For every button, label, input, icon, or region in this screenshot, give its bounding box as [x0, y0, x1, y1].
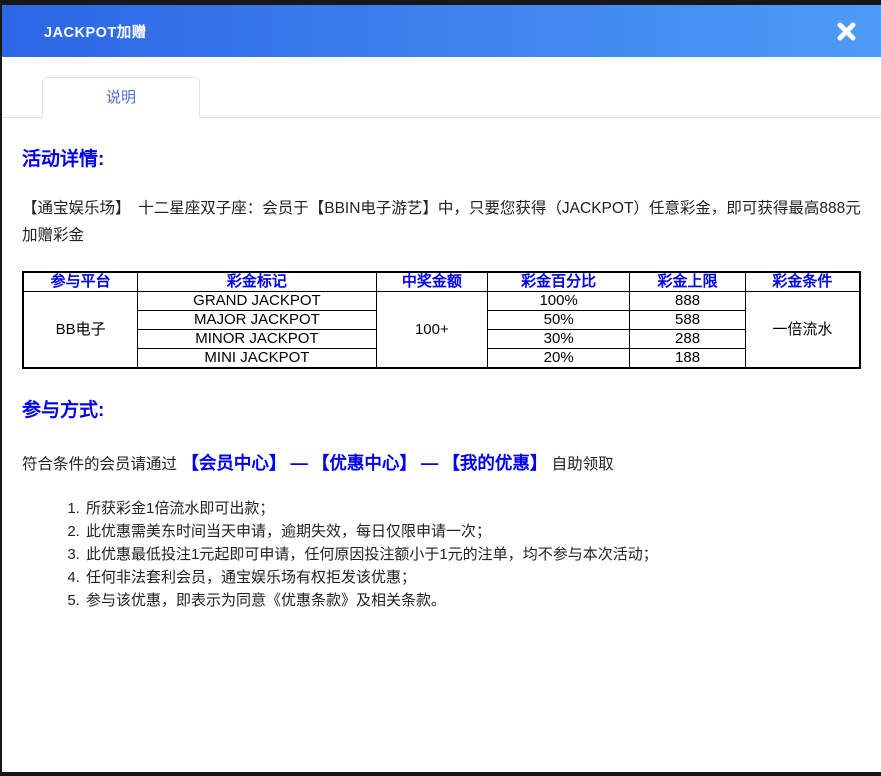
col-header-cap: 彩金上限: [630, 272, 746, 292]
tab-bar: 说明: [2, 77, 881, 118]
cap-cell: 188: [630, 349, 746, 369]
modal-header: JACKPOT加赠: [2, 5, 881, 57]
modal-content: 活动详情: 【通宝娱乐场】 十二星座双子座：会员于【BBIN电子游艺】中，只要您…: [2, 118, 881, 616]
rule-item: 此优惠需美东时间当天申请，逾期失效，每日仅限申请一次；: [84, 524, 861, 540]
col-header-percent: 彩金百分比: [488, 272, 630, 292]
method-text: 符合条件的会员请通过 【会员中心】—【优惠中心】—【我的优惠】 自助领取: [22, 450, 861, 475]
col-header-condition: 彩金条件: [745, 272, 860, 292]
percent-cell: 30%: [488, 330, 630, 349]
percent-cell: 50%: [488, 311, 630, 330]
col-header-platform: 参与平台: [23, 272, 138, 292]
close-icon: [837, 22, 856, 41]
link-member-center[interactable]: 【会员中心】: [181, 453, 286, 473]
cap-cell: 588: [630, 311, 746, 330]
method-prefix: 符合条件的会员请通过: [22, 456, 177, 473]
table-row: BB电子 GRAND JACKPOT 100+ 100% 888 一倍流水: [23, 292, 860, 311]
jackpot-table: 参与平台 彩金标记 中奖金额 彩金百分比 彩金上限 彩金条件 BB电子 GRAN…: [22, 271, 861, 369]
link-promo-center[interactable]: 【优惠中心】: [312, 453, 417, 473]
rule-item: 所获彩金1倍流水即可出款；: [84, 501, 861, 517]
mark-cell: MAJOR JACKPOT: [138, 311, 377, 330]
percent-cell: 100%: [488, 292, 630, 311]
mark-cell: GRAND JACKPOT: [138, 292, 377, 311]
percent-cell: 20%: [488, 349, 630, 369]
mark-cell: MINOR JACKPOT: [138, 330, 377, 349]
tab-description[interactable]: 说明: [42, 77, 200, 118]
mark-cell: MINI JACKPOT: [138, 349, 377, 369]
rule-item: 参与该优惠，即表示为同意《优惠条款》及相关条款。: [84, 593, 861, 609]
close-button[interactable]: [833, 18, 859, 44]
condition-cell: 一倍流水: [745, 292, 860, 369]
col-header-mark: 彩金标记: [138, 272, 377, 292]
method-suffix: 自助领取: [552, 456, 614, 473]
rules-list: 所获彩金1倍流水即可出款； 此优惠需美东时间当天申请，逾期失效，每日仅限申请一次…: [84, 501, 861, 609]
link-my-promos[interactable]: 【我的优惠】: [442, 453, 547, 473]
method-separator: —: [286, 453, 312, 473]
table-header-row: 参与平台 彩金标记 中奖金额 彩金百分比 彩金上限 彩金条件: [23, 272, 860, 292]
details-text: 【通宝娱乐场】 十二星座双子座：会员于【BBIN电子游艺】中，只要您获得（JAC…: [22, 195, 861, 249]
rule-item: 此优惠最低投注1元起即可申请，任何原因投注额小于1元的注单，均不参与本次活动；: [84, 547, 861, 563]
cap-cell: 288: [630, 330, 746, 349]
col-header-win-amount: 中奖金额: [376, 272, 487, 292]
method-separator: —: [417, 453, 443, 473]
platform-cell: BB电子: [23, 292, 138, 369]
modal-title: JACKPOT加赠: [44, 21, 147, 42]
cap-cell: 888: [630, 292, 746, 311]
rule-item: 任何非法套利会员，通宝娱乐场有权拒发该优惠；: [84, 570, 861, 586]
jackpot-modal-dialog: JACKPOT加赠 说明 活动详情: 【通宝娱乐场】 十二星座双子座：会员于【B…: [2, 5, 881, 772]
details-heading: 活动详情:: [22, 144, 861, 171]
win-amount-cell: 100+: [376, 292, 487, 369]
method-heading: 参与方式:: [22, 395, 861, 422]
